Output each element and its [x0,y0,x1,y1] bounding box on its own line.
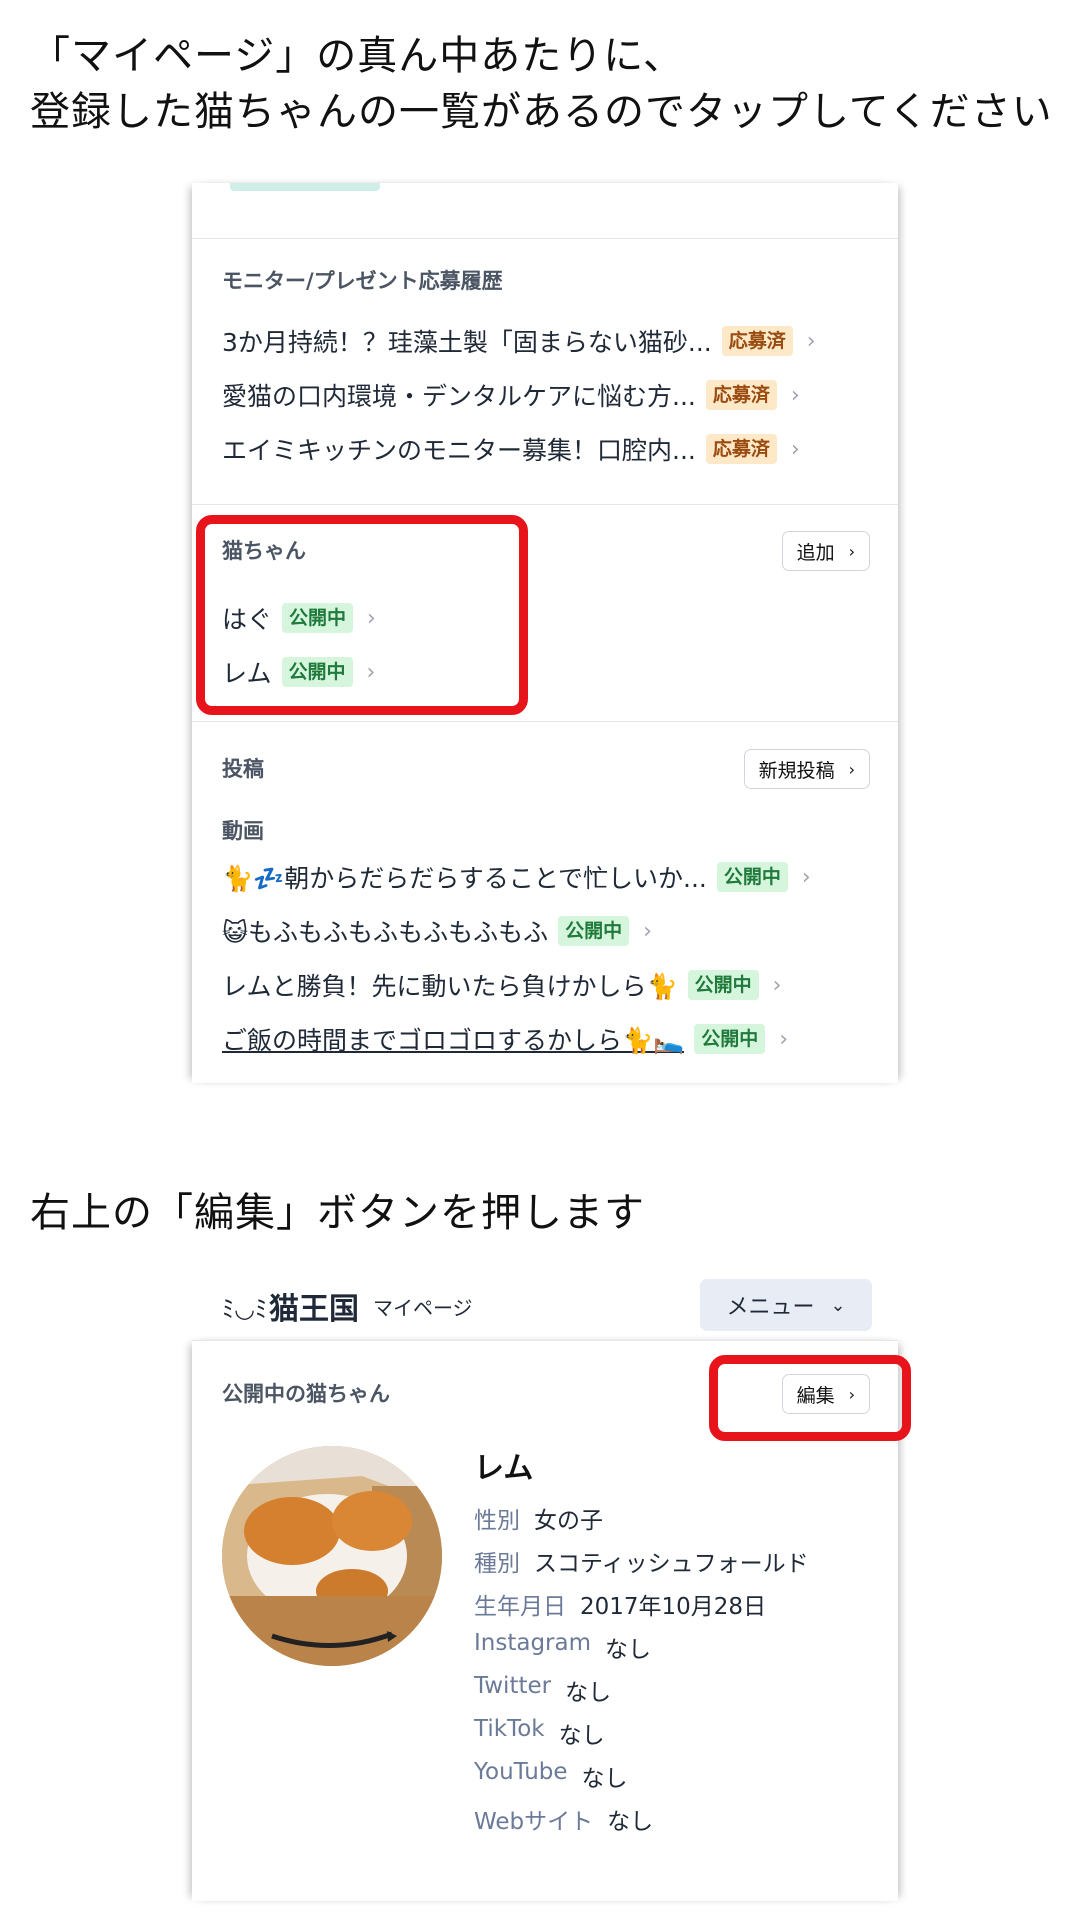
info-row-tiktok: TikTok なし [474,1716,605,1749]
chevron-right-icon: › [790,382,800,408]
cat-photo [222,1446,442,1666]
site-logo[interactable]: ﾐ◡ﾐ 猫王国 マイページ [222,1284,473,1328]
instruction-line-2: 登録した猫ちゃんの一覧があるのでタップしてください [30,89,1053,135]
info-row-gender: 性別 女の子 [474,1508,603,1534]
public-badge: 公開中 [716,862,788,892]
cat-name: レム [474,1451,534,1486]
application-item[interactable]: エイミキッチンのモニター募集！口腔内... 応募済 › [222,427,868,471]
chevron-right-icon: › [801,864,811,890]
highlight-edit-button [709,1355,911,1441]
chevron-right-icon: › [772,972,782,998]
info-row-website: Webサイト なし [474,1809,654,1835]
applied-badge: 応募済 [721,326,793,356]
info-row-twitter: Twitter なし [474,1673,612,1706]
cat-face-icon: ﾐ◡ﾐ [222,1294,267,1323]
add-cat-button[interactable]: 追加 › [781,531,870,571]
chevron-right-icon: › [643,918,652,944]
info-row-breed: 種別 スコティッシュフォールド [474,1551,809,1577]
chevron-right-icon: › [790,436,800,462]
chevron-down-icon: ⌄ [830,1294,846,1316]
post-item[interactable]: ご飯の時間までゴロゴロするかしら🐈🛌 公開中 › [222,1017,868,1061]
chevron-right-icon: › [779,1026,789,1052]
post-item[interactable]: 😺もふもふもふもふもふもふ 公開中 › [222,909,868,953]
public-cats-title: 公開中の猫ちゃん [222,1382,390,1406]
cat-photo-illustration [222,1446,442,1666]
applications-title: モニター/プレゼント応募履歴 [222,269,503,293]
posts-title: 投稿 [222,757,264,781]
info-row-instagram: Instagram なし [474,1630,652,1663]
instruction-step-1: 「マイページ」の真ん中あたりに、 登録した猫ちゃんの一覧があるのでタップしてくだ… [30,28,1053,140]
menu-button[interactable]: メニュー ⌄ [700,1279,872,1331]
applied-badge: 応募済 [705,380,777,410]
info-row-youtube: YouTube なし [474,1759,628,1792]
post-item[interactable]: 🐈💤朝からだらだらすることで忙しいか... 公開中 › [222,855,868,899]
new-post-button[interactable]: 新規投稿 › [743,749,870,789]
post-item[interactable]: レムと勝負！先に動いたら負けかしら🐈 公開中 › [222,963,868,1007]
chevron-right-icon: › [806,328,816,354]
applied-badge: 応募済 [705,434,777,464]
public-badge: 公開中 [694,1024,766,1054]
highlight-cats-list [196,515,528,715]
header-bar: ﾐ◡ﾐ 猫王国 マイページ メニュー ⌄ [192,1270,898,1340]
application-item[interactable]: 愛猫の口内環境・デンタルケアに悩む方... 応募済 › [222,373,868,417]
public-badge: 公開中 [558,916,630,946]
cropped-banner [230,183,380,191]
instruction-step-2: 右上の「編集」ボタンを押します [30,1190,645,1236]
chevron-right-icon: › [848,759,855,779]
chevron-right-icon: › [848,541,855,561]
public-badge: 公開中 [687,970,759,1000]
instruction-line-1: 「マイページ」の真ん中あたりに、 [30,33,684,79]
application-item[interactable]: 3か月持続！？珪藻土製「固まらない猫砂... 応募済 › [222,319,868,363]
info-row-birthday: 生年月日 2017年10月28日 [474,1594,767,1620]
video-label: 動画 [222,819,264,843]
